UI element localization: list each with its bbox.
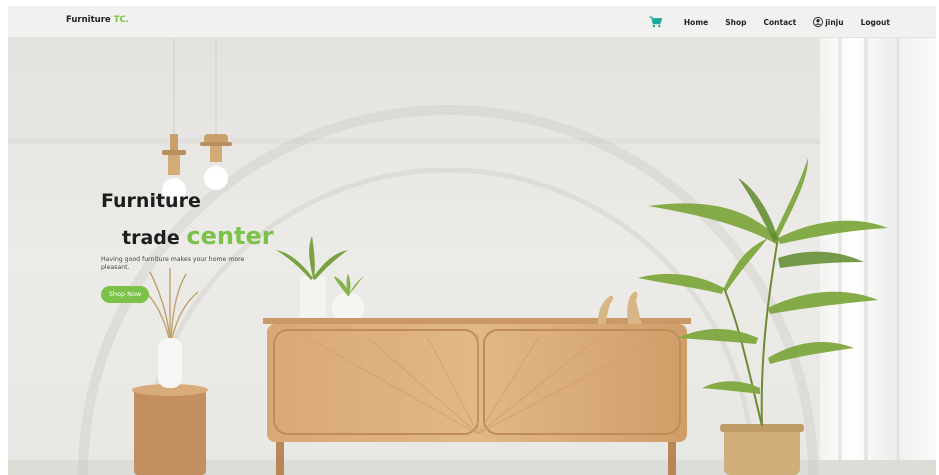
hero-title-line1: Furniture [101,190,201,212]
hero-title-prefix: trade [122,227,180,249]
nav-logout-link[interactable]: Logout [861,18,890,27]
cart-icon[interactable] [649,16,662,28]
nav-menu: Home Shop Contact jinju Logout [649,6,890,38]
user-account[interactable]: jinju [813,17,844,27]
user-circle-icon [813,17,824,27]
nav-contact-link[interactable]: Contact [764,18,797,27]
user-name: jinju [825,17,844,27]
browser-viewport: Furniture TC. Home Shop Contact jinju Lo… [8,6,936,475]
brand-accent: TC. [113,15,129,25]
nav-shop-link[interactable]: Shop [725,18,746,27]
wall-panel-line [8,138,936,144]
navbar: Furniture TC. Home Shop Contact jinju Lo… [8,6,936,38]
brand-name: Furniture [66,15,111,25]
brand-logo[interactable]: Furniture TC. [66,15,129,25]
hero-title-line2: trade center [122,222,274,250]
nav-home-link[interactable]: Home [684,18,708,27]
shop-now-button[interactable]: Shop Now [101,286,149,303]
hero-tagline: Having good furniture makes your home mo… [101,256,245,271]
hero-banner: Furniture trade center Having good furni… [8,38,936,475]
hero-title-accent: center [186,222,274,250]
potted-succulent [332,274,364,324]
